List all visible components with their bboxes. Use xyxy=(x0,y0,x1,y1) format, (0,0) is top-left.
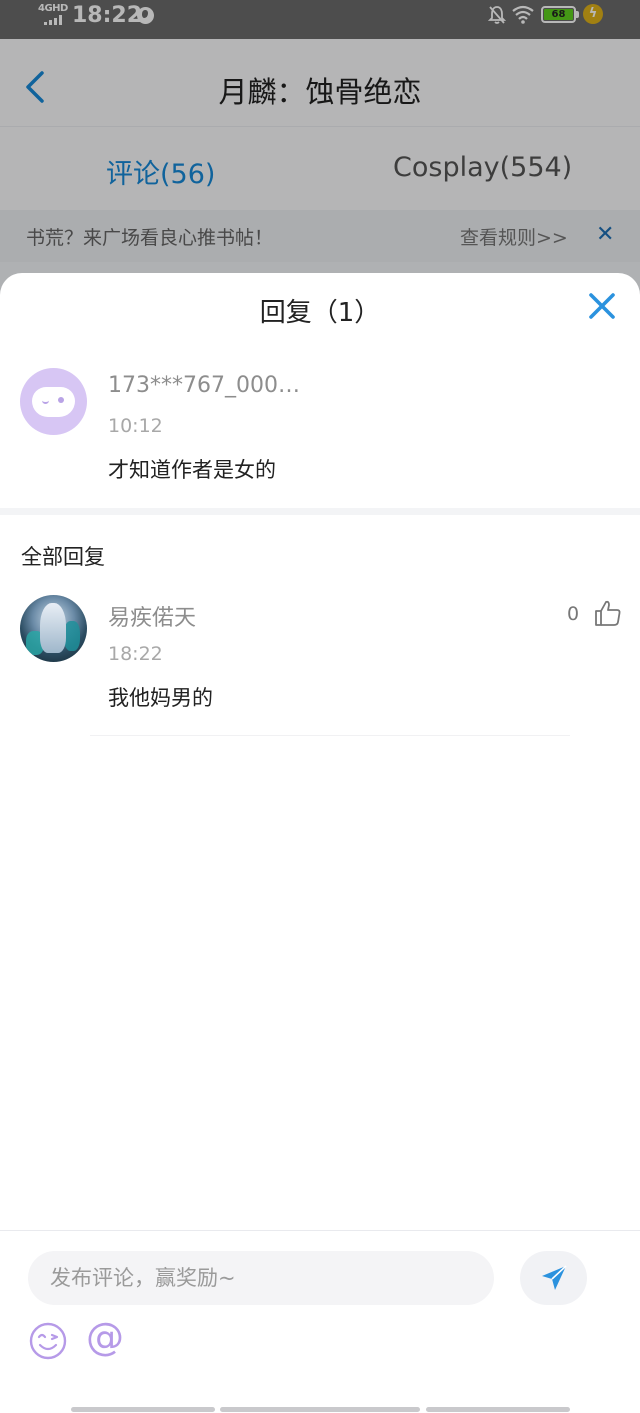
reply-separator xyxy=(90,735,570,736)
section-divider xyxy=(0,508,640,515)
close-icon[interactable] xyxy=(586,290,618,322)
reply-time: 18:22 xyxy=(108,643,163,665)
comment-input[interactable] xyxy=(28,1251,494,1305)
avatar[interactable] xyxy=(20,368,87,435)
comment-input-bar: @ xyxy=(0,1230,640,1413)
comment-username[interactable]: 173***767_000… xyxy=(108,373,300,398)
comment-content: 才知道作者是女的 xyxy=(108,458,276,482)
avatar[interactable] xyxy=(20,595,87,662)
comment-time: 10:12 xyxy=(108,415,163,437)
nav-indicator xyxy=(220,1407,420,1412)
all-replies-heading: 全部回复 xyxy=(21,545,105,569)
ghost-avatar-icon xyxy=(32,387,75,417)
send-button[interactable] xyxy=(520,1251,587,1305)
thumbs-up-icon[interactable] xyxy=(593,598,623,628)
sheet-title: 回复（1） xyxy=(259,298,381,328)
reply-username[interactable]: 易疾偌天 xyxy=(108,600,196,632)
reply-content: 我他妈男的 xyxy=(108,686,213,710)
mention-icon[interactable]: @ xyxy=(86,1315,124,1359)
nav-indicator xyxy=(71,1407,215,1412)
emoji-icon[interactable] xyxy=(28,1321,68,1361)
nav-indicator xyxy=(426,1407,570,1412)
send-icon xyxy=(542,1265,567,1290)
like-count: 0 xyxy=(567,603,580,625)
